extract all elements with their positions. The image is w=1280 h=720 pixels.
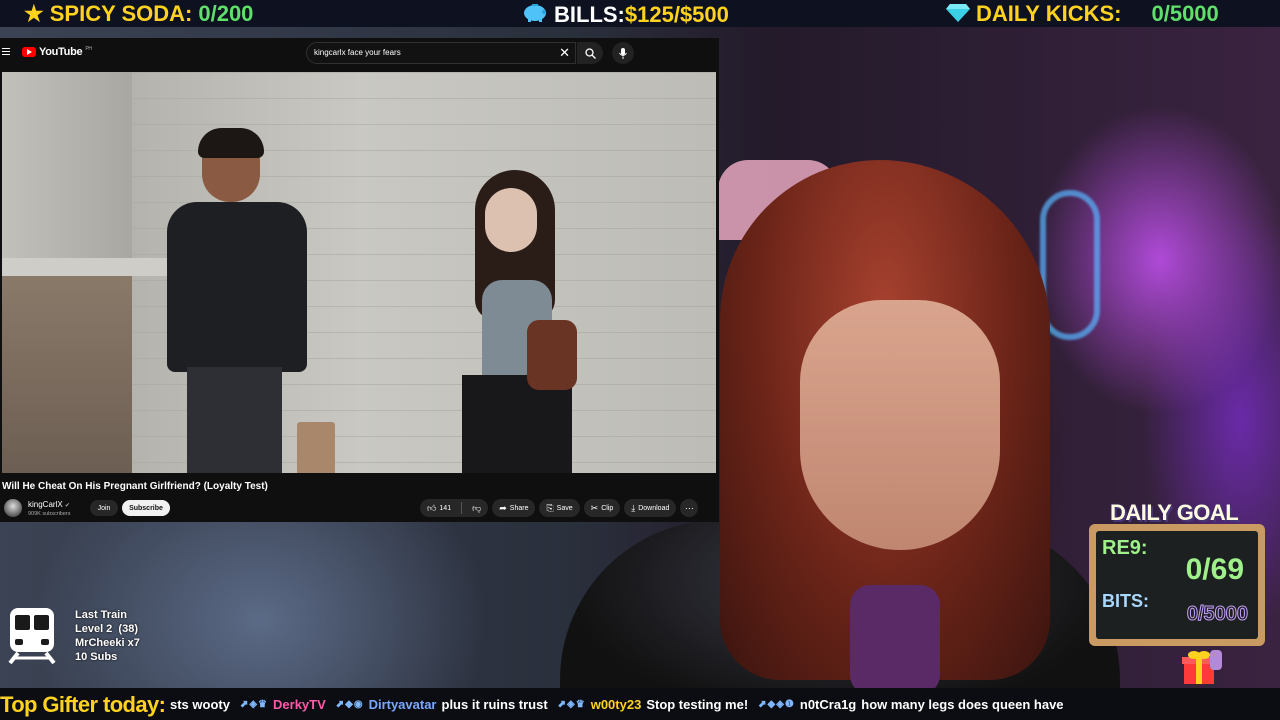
chat-message-text: how many legs does queen have xyxy=(861,697,1064,712)
share-label: Share xyxy=(509,504,529,512)
chat-username[interactable]: n0tCra1g xyxy=(800,697,856,712)
bills-goal: BILLS: $125/$500 xyxy=(522,1,729,28)
clip-label: Clip xyxy=(601,504,614,512)
ticker-message: ⬈◈♛ w00ty23 Stop testing me! xyxy=(558,697,748,712)
share-button[interactable]: ➦ Share xyxy=(492,499,536,517)
streamer-face xyxy=(800,300,1000,550)
youtube-logo-text: YouTube xyxy=(39,46,83,58)
channel-avatar[interactable] xyxy=(4,499,22,517)
dislike-button[interactable]: 👎︎ xyxy=(465,499,488,517)
ledge xyxy=(2,258,172,276)
youtube-logo[interactable]: YouTube PH xyxy=(22,46,92,58)
menu-icon[interactable] xyxy=(2,48,10,56)
download-icon: ⤓ xyxy=(631,502,636,513)
goal-label: SPICY SODA: xyxy=(49,1,193,26)
paper-bag xyxy=(297,422,335,473)
chat-message-text: sts wooty xyxy=(170,697,230,712)
more-options-button[interactable]: ⋯ xyxy=(680,499,699,517)
chat-username[interactable]: w00ty23 xyxy=(591,697,642,712)
top-gifter-label: Top Gifter today: xyxy=(0,692,166,717)
goal-label: DAILY KICKS: xyxy=(976,1,1122,26)
train-title: Last Train xyxy=(75,609,127,621)
ticker-message: ⬈◆◉ Dirtyavatar plus it ruins trust xyxy=(336,697,548,712)
train-level: Level 2 (38) xyxy=(75,623,138,635)
thumbs-up-icon: 👍︎ xyxy=(427,502,437,513)
train-subs: 10 Subs xyxy=(75,651,118,663)
microphone xyxy=(850,585,940,695)
subs-label: RE9: xyxy=(1102,537,1148,559)
voice-search-button[interactable] xyxy=(612,42,634,64)
last-train-info: Last Train Level 2 (38) MrCheeki x7 10 S… xyxy=(75,608,140,664)
stone-wall xyxy=(2,272,132,473)
daily-kicks-goal: DAILY KICKS: 0/5000 xyxy=(946,1,1219,27)
youtube-play-icon xyxy=(22,47,36,57)
ticker-message: ⬈◆◈❶ n0tCra1g how many legs does queen hav… xyxy=(758,697,1063,712)
goal-value: 0/5000 xyxy=(1151,1,1219,26)
chat-message-text: Stop testing me! xyxy=(646,697,749,712)
video-title: Will He Cheat On His Pregnant Girlfriend… xyxy=(2,481,268,492)
chat-message-text: plus it ruins trust xyxy=(441,697,548,712)
man-figure xyxy=(162,128,312,473)
save-label: Save xyxy=(556,504,573,512)
chat-ticker: Top Gifter today: sts wooty ⬈◈♛ DerkyTV ⬈◆◉… xyxy=(0,688,1280,720)
gift-icon xyxy=(1182,650,1222,684)
woman-figure xyxy=(457,170,597,473)
share-icon: ➦ xyxy=(499,502,507,513)
piggy-bank-icon xyxy=(522,1,548,28)
scissors-icon: ✂ xyxy=(590,502,599,513)
daily-goal-board: RE9: 0/69 BITS: 0/5000 xyxy=(1089,524,1265,646)
bits-value: 0/5000 xyxy=(1186,603,1248,626)
chat-username[interactable]: Dirtyavatar xyxy=(369,697,437,712)
search-button[interactable] xyxy=(577,42,603,64)
ticker-message: ⬈◈♛ DerkyTV xyxy=(240,697,326,712)
download-label: Download xyxy=(638,504,670,512)
ticker-message: sts wooty xyxy=(170,697,230,712)
bookmark-icon: ⎘ xyxy=(546,502,554,513)
chat-username[interactable]: DerkyTV xyxy=(273,697,326,712)
chat-badges-icon: ⬈◈♛ xyxy=(239,699,269,710)
subscribe-button[interactable]: Subscribe xyxy=(122,500,170,516)
verified-icon: ✔ xyxy=(64,503,70,509)
search-query: kingcarlx face your fears xyxy=(314,48,401,57)
ticker-messages: sts wooty ⬈◈♛ DerkyTV ⬈◆◉ Dirtyavatar plus it… xyxy=(170,697,1064,712)
clip-button[interactable]: ✂ Clip xyxy=(583,499,621,517)
chat-badges-icon: ⬈◆◈❶ xyxy=(758,699,795,710)
like-count: 141 xyxy=(439,504,452,512)
chat-badges-icon: ⬈◈♛ xyxy=(557,699,586,710)
video-player[interactable] xyxy=(2,72,716,473)
spicy-soda-goal: ★ SPICY SODA: 0/200 xyxy=(24,1,253,27)
train-user: MrCheeki x7 xyxy=(75,637,140,649)
download-button[interactable]: ⤓ Download xyxy=(624,499,677,517)
search-input[interactable]: kingcarlx face your fears ✕ xyxy=(306,42,576,64)
goal-value: $125/$500 xyxy=(624,1,729,27)
train-icon xyxy=(8,608,56,664)
video-actions: 👍︎ 141 👎︎ ➦ Share ⎘ Save ✂ Clip ⤓ Download ⋯ xyxy=(420,499,699,517)
save-button[interactable]: ⎘ Save xyxy=(539,499,580,517)
subs-value: 0/69 xyxy=(1185,553,1244,586)
microphone-icon xyxy=(619,47,627,59)
channel-name[interactable]: kingCarlX ✔ xyxy=(28,500,70,509)
channel-name-text: kingCarlX xyxy=(28,500,63,509)
goals-bar: ★ SPICY SODA: 0/200 BILLS: $125/$500 DAI… xyxy=(0,0,1280,27)
youtube-header: YouTube PH kingcarlx face your fears ✕ xyxy=(0,38,719,68)
more-icon: ⋯ xyxy=(684,502,694,513)
search-icon xyxy=(584,47,596,59)
youtube-window: YouTube PH kingcarlx face your fears ✕ W… xyxy=(0,38,719,522)
thumbs-down-icon: 👎︎ xyxy=(472,502,482,513)
last-train-widget xyxy=(6,606,58,664)
like-button[interactable]: 👍︎ 141 xyxy=(420,499,458,517)
subscriber-count: 909K subscribers xyxy=(28,511,71,517)
youtube-region: PH xyxy=(85,46,92,52)
close-icon[interactable]: ✕ xyxy=(559,45,570,61)
goal-label: BILLS: xyxy=(554,1,625,27)
star-icon: ★ xyxy=(24,1,44,26)
goal-value: 0/200 xyxy=(198,1,254,26)
like-dislike-group: 👍︎ 141 👎︎ xyxy=(420,499,489,517)
bits-label: BITS: xyxy=(1102,591,1149,611)
join-button[interactable]: Join xyxy=(90,500,118,516)
chat-badges-icon: ⬈◆◉ xyxy=(335,699,364,710)
diamond-icon xyxy=(946,2,970,27)
daily-goal-title: DAILY GOAL xyxy=(1110,500,1239,525)
